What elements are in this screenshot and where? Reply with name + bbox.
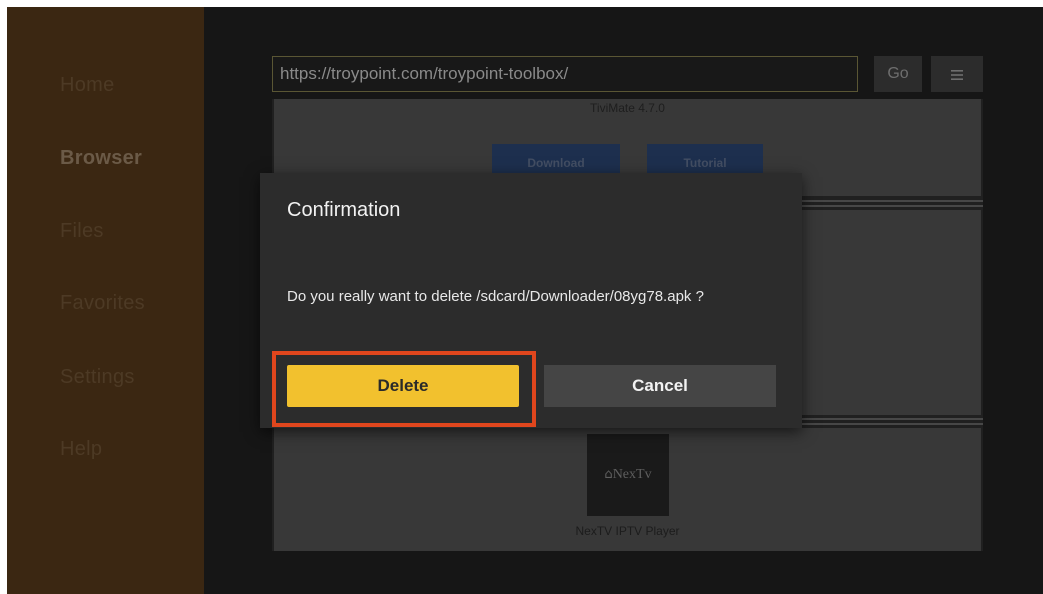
confirmation-dialog: Confirmation Do you really want to delet… <box>260 173 802 428</box>
cancel-button[interactable]: Cancel <box>544 365 776 407</box>
sidebar-item-browser[interactable]: Browser <box>60 147 142 170</box>
dialog-title: Confirmation <box>287 199 401 221</box>
url-input[interactable]: https://troypoint.com/troypoint-toolbox/ <box>272 56 858 92</box>
card-title: TiviMate 4.7.0 <box>590 101 665 115</box>
delete-button[interactable]: Delete <box>287 365 519 407</box>
go-button[interactable]: Go <box>874 56 922 92</box>
sidebar-item-help[interactable]: Help <box>60 438 102 461</box>
hamburger-menu-icon[interactable] <box>931 56 983 92</box>
sidebar-item-favorites[interactable]: Favorites <box>60 292 145 315</box>
sidebar: Home Browser Files Favorites Settings He… <box>7 7 204 594</box>
app-card-nextv: ⌂NexTv NexTV IPTV Player <box>274 428 981 551</box>
sidebar-item-home[interactable]: Home <box>60 74 115 97</box>
home-icon: ⌂ <box>604 467 613 482</box>
sidebar-item-settings[interactable]: Settings <box>60 366 135 389</box>
dialog-message: Do you really want to delete /sdcard/Dow… <box>287 288 704 305</box>
app-window: Home Browser Files Favorites Settings He… <box>7 7 1043 594</box>
sidebar-item-files[interactable]: Files <box>60 220 104 243</box>
nextv-logo-text: NexTv <box>612 467 652 482</box>
hamburger-menu-glyph <box>951 70 963 81</box>
nextv-logo[interactable]: ⌂NexTv <box>587 434 669 516</box>
nextv-caption: NexTV IPTV Player <box>575 524 680 538</box>
